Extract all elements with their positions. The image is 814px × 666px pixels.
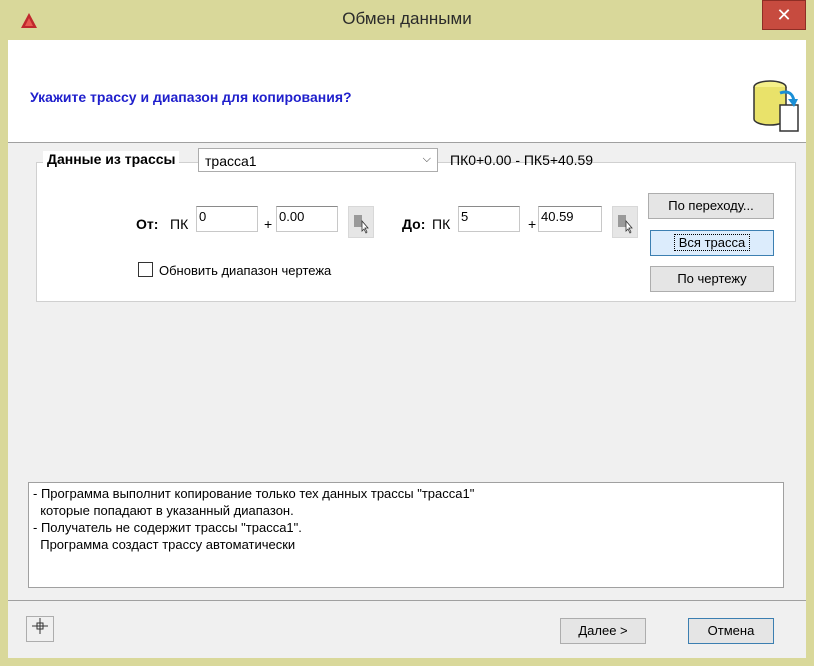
whole-route-label: Вся трасса: [673, 234, 751, 251]
route-select[interactable]: трасса1 ⌵: [198, 148, 438, 172]
page-prompt: Укажите трассу и диапазон для копировани…: [30, 89, 352, 105]
cancel-button[interactable]: Отмена: [688, 618, 774, 644]
to-plus-sign: +: [528, 216, 537, 232]
footer-divider: [8, 600, 806, 601]
to-label: До:: [402, 216, 426, 232]
pick-point-icon[interactable]: [348, 206, 374, 238]
checkbox-box[interactable]: [138, 262, 153, 277]
dialog-client: Укажите трассу и диапазон для копировани…: [8, 40, 806, 658]
from-pk-field[interactable]: 0: [196, 206, 258, 232]
dialog-window: Обмен данными ✕ Укажите трассу и диапазо…: [0, 0, 814, 666]
pick-point-icon[interactable]: [612, 206, 638, 238]
next-button[interactable]: Далее >: [560, 618, 646, 644]
header-panel: Укажите трассу и диапазон для копировани…: [8, 40, 806, 143]
to-pk-field[interactable]: 5: [458, 206, 520, 232]
window-title: Обмен данными: [342, 9, 472, 28]
title-bar[interactable]: Обмен данными ✕: [0, 0, 814, 40]
checkbox-label: Обновить диапазон чертежа: [159, 263, 332, 278]
crosshair-glyph: [32, 618, 48, 634]
route-range-text: ПК0+0.00 - ПК5+40.59: [450, 152, 594, 168]
from-label: От:: [136, 216, 159, 232]
to-offset-field[interactable]: 40.59: [538, 206, 602, 232]
by-drawing-button[interactable]: По чертежу: [650, 266, 774, 292]
info-textbox[interactable]: - Программа выполнит копирование только …: [28, 482, 784, 588]
from-plus-sign: +: [264, 216, 273, 232]
close-button[interactable]: ✕: [762, 0, 806, 30]
database-export-icon: [753, 80, 799, 132]
pick-point-icon-glyph: [354, 215, 369, 234]
from-pk-label: ПК: [170, 216, 189, 232]
group-title: Данные из трассы: [43, 151, 180, 167]
by-transition-button[interactable]: По переходу...: [648, 193, 774, 219]
chevron-down-icon: ⌵: [422, 153, 431, 165]
route-select-value: трасса1: [205, 153, 257, 169]
from-offset-field[interactable]: 0.00: [276, 206, 338, 232]
pick-point-icon-glyph: [618, 215, 633, 234]
to-pk-label: ПК: [432, 216, 451, 232]
whole-route-button[interactable]: Вся трасса: [650, 230, 774, 256]
update-range-checkbox[interactable]: Обновить диапазон чертежа: [138, 262, 331, 278]
crosshair-icon[interactable]: [26, 616, 54, 642]
